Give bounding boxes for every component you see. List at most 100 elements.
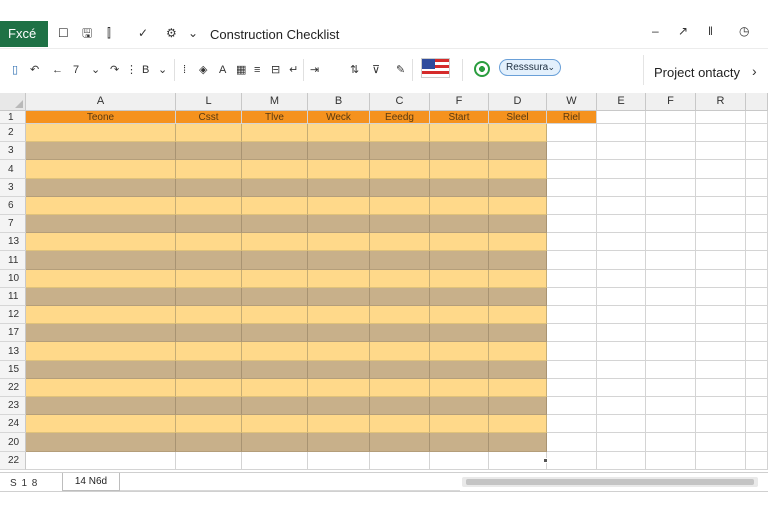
table-cell[interactable]	[242, 379, 308, 397]
cell[interactable]	[746, 197, 768, 215]
table-cell[interactable]	[308, 124, 370, 142]
table-cell[interactable]	[26, 379, 176, 397]
table-cell[interactable]	[242, 270, 308, 288]
table-cell[interactable]	[308, 415, 370, 433]
table-cell[interactable]	[176, 361, 242, 379]
cell[interactable]	[547, 324, 597, 342]
cell[interactable]	[597, 324, 646, 342]
border-icon[interactable]: ▦	[236, 63, 246, 77]
cell[interactable]	[646, 124, 696, 142]
table-cell[interactable]	[489, 306, 547, 324]
table-cell[interactable]	[242, 397, 308, 415]
cell[interactable]	[746, 397, 768, 415]
row-header[interactable]: 17	[0, 324, 26, 342]
cell[interactable]	[547, 197, 597, 215]
table-cell[interactable]	[176, 142, 242, 160]
cell[interactable]	[746, 433, 768, 452]
table-cell[interactable]	[26, 306, 176, 324]
cell[interactable]	[646, 270, 696, 288]
table-cell[interactable]	[176, 179, 242, 197]
cell[interactable]	[746, 251, 768, 270]
table-cell[interactable]	[308, 342, 370, 361]
square-icon[interactable]: ☐	[58, 26, 69, 40]
table-cell[interactable]	[370, 415, 430, 433]
column-header[interactable]	[746, 93, 768, 111]
table-cell[interactable]	[176, 233, 242, 251]
cell[interactable]	[646, 306, 696, 324]
flag-icon[interactable]	[421, 58, 450, 78]
chevron-down-icon[interactable]: ⌄	[188, 26, 198, 40]
table-cell[interactable]	[176, 415, 242, 433]
table-cell[interactable]	[489, 415, 547, 433]
cell[interactable]	[646, 324, 696, 342]
header-cell[interactable]: Riel	[547, 111, 597, 124]
row-header[interactable]: 22	[0, 379, 26, 397]
table-cell[interactable]	[176, 324, 242, 342]
table-cell[interactable]	[370, 197, 430, 215]
cell[interactable]	[308, 452, 370, 470]
table-cell[interactable]	[430, 215, 489, 233]
cell[interactable]	[696, 433, 746, 452]
column-header[interactable]: R	[696, 93, 746, 111]
table-cell[interactable]	[430, 251, 489, 270]
pen-icon[interactable]: ✎	[396, 63, 405, 77]
check-icon[interactable]: ✓	[138, 26, 148, 40]
font-color-icon[interactable]: A	[219, 63, 226, 77]
column-header[interactable]: E	[597, 93, 646, 111]
chevron-down-icon[interactable]: ⌄	[158, 63, 167, 77]
cell[interactable]	[597, 342, 646, 361]
table-cell[interactable]	[489, 124, 547, 142]
cell[interactable]	[646, 397, 696, 415]
cell[interactable]	[746, 288, 768, 306]
row-header[interactable]: 13	[0, 342, 26, 361]
table-cell[interactable]	[308, 270, 370, 288]
table-cell[interactable]	[176, 160, 242, 179]
table-cell[interactable]	[308, 324, 370, 342]
table-cell[interactable]	[370, 233, 430, 251]
table-cell[interactable]	[489, 142, 547, 160]
cell[interactable]	[597, 415, 646, 433]
scrollbar-thumb[interactable]	[466, 479, 754, 485]
table-cell[interactable]	[370, 342, 430, 361]
table-cell[interactable]	[489, 433, 547, 452]
table-cell[interactable]	[370, 251, 430, 270]
cell[interactable]	[746, 361, 768, 379]
cell[interactable]	[547, 124, 597, 142]
cell[interactable]	[746, 111, 768, 124]
cell[interactable]	[597, 179, 646, 197]
header-cell[interactable]: Csst	[176, 111, 242, 124]
row-header[interactable]: 4	[0, 160, 26, 179]
cell[interactable]	[696, 251, 746, 270]
cell[interactable]	[597, 233, 646, 251]
cell[interactable]	[26, 452, 176, 470]
column-header[interactable]: W	[547, 93, 597, 111]
cell[interactable]	[430, 452, 489, 470]
table-cell[interactable]	[176, 197, 242, 215]
table-cell[interactable]	[176, 342, 242, 361]
cell[interactable]	[597, 433, 646, 452]
spreadsheet-grid[interactable]: A L M B C F D W E F R 1 Teone Csst Tlve Weck Eeedg Start S…	[0, 93, 768, 472]
header-cell[interactable]: Teone	[26, 111, 176, 124]
cell[interactable]	[547, 415, 597, 433]
table-cell[interactable]	[430, 361, 489, 379]
header-cell[interactable]: Weck	[308, 111, 370, 124]
column-header[interactable]: F	[430, 93, 489, 111]
table-cell[interactable]	[308, 179, 370, 197]
merge-icon[interactable]: ⊟	[271, 63, 280, 77]
back-arrow-icon[interactable]: ←	[52, 63, 63, 77]
cell[interactable]	[696, 160, 746, 179]
row-header[interactable]: 3	[0, 142, 26, 160]
column-header[interactable]: A	[26, 93, 176, 111]
cell[interactable]	[696, 197, 746, 215]
table-cell[interactable]	[430, 179, 489, 197]
brush-icon[interactable]: ⋮	[126, 63, 137, 77]
chevron-down-icon[interactable]: ⌄	[91, 63, 100, 77]
table-cell[interactable]	[430, 306, 489, 324]
table-cell[interactable]	[489, 342, 547, 361]
cell[interactable]	[696, 342, 746, 361]
cell[interactable]	[547, 361, 597, 379]
table-cell[interactable]	[26, 433, 176, 452]
table-cell[interactable]	[242, 142, 308, 160]
cell[interactable]	[547, 306, 597, 324]
row-header[interactable]: 15	[0, 361, 26, 379]
